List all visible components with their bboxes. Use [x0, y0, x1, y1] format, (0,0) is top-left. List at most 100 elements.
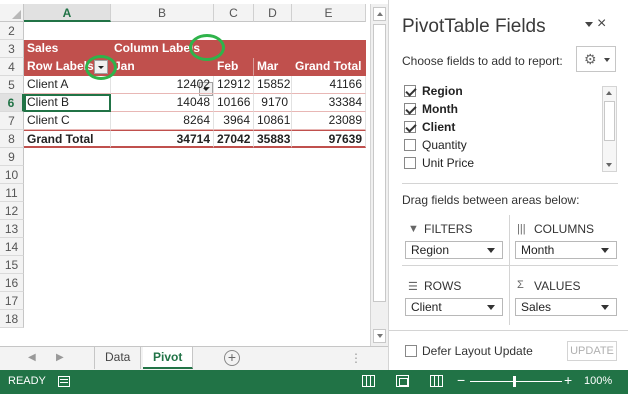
tab-prev-icon[interactable]: ◀: [28, 352, 36, 363]
sheet-row: 15: [0, 256, 370, 274]
columns-dropdown[interactable]: Month: [515, 241, 617, 259]
scroll-thumb[interactable]: [373, 24, 386, 302]
pivot-col-header[interactable]: Mar: [254, 58, 292, 76]
row-header[interactable]: 6: [0, 94, 24, 112]
add-sheet-icon[interactable]: +: [224, 350, 240, 366]
checkbox[interactable]: [404, 121, 416, 133]
filters-dropdown[interactable]: Region: [405, 241, 503, 259]
checkbox[interactable]: [404, 139, 416, 151]
grand-total-value[interactable]: 35883: [254, 130, 292, 148]
defer-layout-checkbox[interactable]: [405, 345, 417, 357]
checkbox[interactable]: [404, 85, 416, 97]
vertical-scrollbar[interactable]: [370, 4, 388, 346]
pivot-col-header[interactable]: Jan: [111, 58, 214, 76]
value-cell[interactable]: 10861: [254, 112, 292, 130]
field-item-unit-price[interactable]: Unit Price: [402, 154, 592, 172]
field-list-scrollbar[interactable]: [602, 86, 617, 172]
column-header-a[interactable]: A: [24, 4, 111, 22]
scroll-up-icon[interactable]: [603, 87, 616, 99]
sigma-icon: Σ: [517, 279, 524, 291]
update-button[interactable]: UPDATE: [567, 341, 617, 361]
tab-data[interactable]: Data: [94, 347, 142, 369]
tab-pivot[interactable]: Pivot: [143, 347, 194, 369]
normal-view-icon[interactable]: [362, 375, 375, 387]
zoom-slider-thumb[interactable]: [513, 376, 516, 387]
column-header-b[interactable]: B: [111, 4, 214, 22]
macro-record-icon[interactable]: [58, 376, 70, 387]
scroll-down-icon[interactable]: [603, 159, 616, 171]
row-header[interactable]: 16: [0, 274, 24, 292]
close-icon[interactable]: ×: [597, 15, 606, 33]
zoom-out-icon[interactable]: −: [457, 372, 465, 388]
row-header[interactable]: 3: [0, 40, 24, 58]
row-header[interactable]: 12: [0, 202, 24, 220]
row-header[interactable]: 8: [0, 130, 24, 148]
row-header[interactable]: 13: [0, 220, 24, 238]
field-item-client[interactable]: Client: [402, 118, 592, 136]
value-cell[interactable]: 41166: [292, 76, 366, 94]
row-header[interactable]: 18: [0, 310, 24, 328]
chevron-down-icon[interactable]: [585, 22, 593, 27]
values-area-title: VALUES: [534, 279, 581, 293]
grand-total-value[interactable]: 34714: [111, 130, 214, 148]
row-header[interactable]: 9: [0, 148, 24, 166]
grand-total-row: 8 Grand Total 34714 27042 35883 97639: [0, 130, 370, 148]
field-item-quantity[interactable]: Quantity: [402, 136, 592, 154]
table-row: 7 Client C 8264 3964 10861 23089: [0, 112, 370, 130]
column-labels-cell[interactable]: Column Labels: [111, 40, 366, 58]
row-header[interactable]: 14: [0, 238, 24, 256]
column-header-e[interactable]: E: [292, 4, 366, 22]
row-header[interactable]: 17: [0, 292, 24, 310]
row-label-cell[interactable]: Client C: [24, 112, 111, 130]
value-cell[interactable]: 8264: [111, 112, 214, 130]
tools-button[interactable]: ⚙: [576, 46, 616, 72]
worksheet-grid[interactable]: A B C D E 2 3 Sales Column Labels 4 Row …: [0, 0, 370, 346]
field-item-month[interactable]: Month: [402, 100, 592, 118]
table-row: 6 Client B 14048 10166 9170 33384: [0, 94, 370, 112]
values-dropdown[interactable]: Sales: [515, 298, 617, 316]
row-header[interactable]: 10: [0, 166, 24, 184]
scroll-thumb[interactable]: [604, 101, 615, 141]
row-header[interactable]: 4: [0, 58, 24, 76]
checkbox[interactable]: [404, 103, 416, 115]
checkbox[interactable]: [404, 157, 416, 169]
zoom-level[interactable]: 100%: [584, 375, 612, 387]
row-header[interactable]: 7: [0, 112, 24, 130]
zoom-in-icon[interactable]: +: [564, 372, 572, 388]
drag-fields-label: Drag fields between areas below:: [402, 193, 580, 207]
grand-total-value[interactable]: 97639: [292, 130, 366, 148]
grand-total-value[interactable]: 27042: [214, 130, 254, 148]
value-cell[interactable]: 23089: [292, 112, 366, 130]
value-cell[interactable]: 14048: [111, 94, 214, 112]
row-header[interactable]: 15: [0, 256, 24, 274]
value-cell[interactable]: 10166: [214, 94, 254, 112]
pivot-col-header[interactable]: Feb: [214, 58, 254, 76]
field-label: Client: [422, 120, 456, 134]
column-header-d[interactable]: D: [254, 4, 292, 22]
field-label: Unit Price: [422, 156, 475, 170]
row-header[interactable]: 2: [0, 22, 24, 40]
pivot-col-header[interactable]: Grand Total: [292, 58, 366, 76]
value-cell[interactable]: 15852: [254, 76, 292, 94]
column-header-c[interactable]: C: [214, 4, 254, 22]
tab-next-icon[interactable]: ▶: [56, 352, 64, 363]
sheet-row: 10: [0, 166, 370, 184]
value-cell[interactable]: 12402: [111, 76, 214, 94]
grand-total-label[interactable]: Grand Total: [24, 130, 111, 148]
rows-dropdown[interactable]: Client: [405, 298, 503, 316]
row-label-cell[interactable]: Client B: [24, 94, 111, 112]
row-header[interactable]: 11: [0, 184, 24, 202]
value-cell[interactable]: 3964: [214, 112, 254, 130]
value-cell[interactable]: 12912: [214, 76, 254, 94]
value-cell[interactable]: 9170: [254, 94, 292, 112]
field-item-region[interactable]: Region: [402, 82, 592, 100]
page-break-view-icon[interactable]: [430, 375, 443, 387]
row-header[interactable]: 5: [0, 76, 24, 94]
scroll-up-icon[interactable]: [373, 7, 386, 21]
page-layout-view-icon[interactable]: [396, 375, 409, 387]
scroll-down-icon[interactable]: [373, 329, 386, 343]
tab-menu-icon[interactable]: ⋮: [350, 351, 362, 365]
zoom-slider[interactable]: [470, 381, 562, 382]
value-cell[interactable]: 33384: [292, 94, 366, 112]
field-label: Quantity: [422, 138, 467, 152]
